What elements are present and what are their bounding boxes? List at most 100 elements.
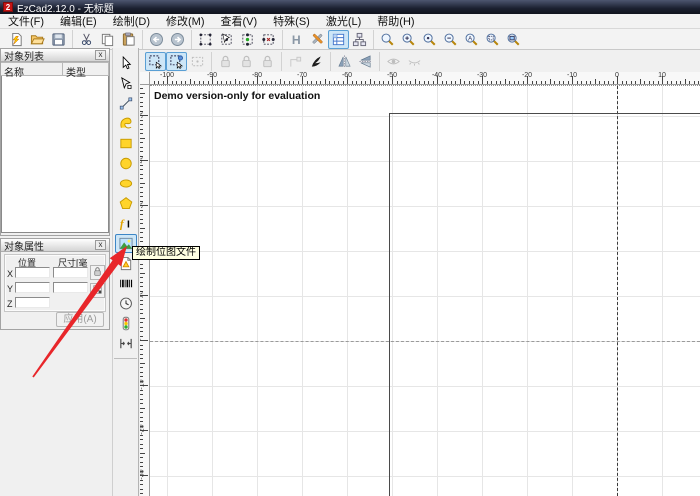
zoom-window-button[interactable]	[377, 30, 398, 49]
x-size-field[interactable]	[53, 267, 88, 278]
props-grid-button[interactable]	[90, 283, 105, 298]
menu-item-7[interactable]: 帮助(H)	[369, 14, 422, 28]
grid-line	[212, 86, 213, 496]
object-properties-panel-title: 对象属性 x	[1, 239, 109, 252]
select-tool-button[interactable]	[115, 54, 137, 73]
grid-line	[302, 86, 303, 496]
lock-y-button[interactable]	[236, 52, 257, 71]
polygon-tool-button[interactable]	[115, 194, 137, 213]
hatch-button[interactable]: H	[286, 30, 307, 49]
cursor-icon	[118, 56, 134, 71]
apply-button[interactable]: 应用(A)	[56, 312, 104, 327]
zoom-dot-icon	[422, 32, 437, 47]
drawing-canvas[interactable]: Demo version-only for evaluation	[150, 85, 700, 496]
line-icon	[118, 96, 134, 111]
zoom-in-button[interactable]	[398, 30, 419, 49]
menu-item-4[interactable]: 查看(V)	[213, 14, 266, 28]
object-list-panel-title: 对象列表 x	[1, 49, 109, 62]
timer-tool-button[interactable]	[115, 294, 137, 313]
lock-all-button[interactable]	[257, 52, 278, 71]
pick-object-add-button[interactable]	[166, 52, 187, 71]
object-list-body[interactable]	[1, 76, 109, 233]
open-file-button[interactable]	[27, 30, 48, 49]
node-edit-select-button[interactable]	[195, 30, 216, 49]
object-list-header: 名称 类型	[1, 62, 109, 76]
main-toolbar: HA	[0, 29, 700, 50]
grid-icon	[92, 282, 103, 300]
zoom-center-button[interactable]	[419, 30, 440, 49]
fill-tool-button[interactable]	[306, 52, 327, 71]
mirror-vertical-button[interactable]	[355, 52, 376, 71]
object-flow-button[interactable]	[349, 30, 370, 49]
svg-text:f: f	[119, 218, 124, 231]
paste-button[interactable]	[118, 30, 139, 49]
copy-button[interactable]	[97, 30, 118, 49]
node-edit-delete-button[interactable]	[258, 30, 279, 49]
undo-button[interactable]	[146, 30, 167, 49]
text-tool-button[interactable]: fI	[115, 214, 137, 233]
vertical-ruler: 50403020100-10-20-30	[140, 85, 150, 496]
node-edit-tool-button[interactable]	[115, 74, 137, 93]
zoom-out-button[interactable]	[440, 30, 461, 49]
menu-item-0[interactable]: 文件(F)	[0, 14, 52, 28]
zoom-page-button[interactable]	[503, 30, 524, 49]
z-position-field[interactable]	[15, 297, 50, 308]
object-properties-title-label: 对象属性	[4, 238, 44, 253]
lock-x-button[interactable]	[215, 52, 236, 71]
redo-icon	[170, 32, 185, 47]
zoom-all-button[interactable]: A	[461, 30, 482, 49]
cut-button[interactable]	[76, 30, 97, 49]
save-file-button[interactable]	[48, 30, 69, 49]
toolbar-group: H	[283, 30, 374, 49]
circle-tool-button[interactable]	[115, 154, 137, 173]
rectangle-tool-button[interactable]	[115, 134, 137, 153]
mark-parameters-button[interactable]	[307, 30, 328, 49]
preview-hide-button[interactable]	[404, 52, 425, 71]
put-to-origin-button[interactable]	[285, 52, 306, 71]
curve-tool-button[interactable]	[115, 114, 137, 133]
open-folder-icon	[30, 32, 45, 47]
object-list-close-button[interactable]: x	[95, 50, 106, 60]
menu-item-2[interactable]: 绘制(D)	[105, 14, 158, 28]
object-properties-close-button[interactable]: x	[95, 240, 106, 250]
y-size-field[interactable]	[53, 282, 88, 293]
props-lock-button[interactable]	[90, 265, 105, 280]
flowchart-icon	[352, 32, 367, 47]
zoom-in-icon	[401, 32, 416, 47]
input-output-tool-button[interactable]	[115, 334, 137, 353]
pick-object-button[interactable]	[145, 52, 166, 71]
mirror-horizontal-button[interactable]	[334, 52, 355, 71]
grid-line	[392, 86, 393, 496]
y-position-field[interactable]	[15, 282, 50, 293]
output-control-tool-button[interactable]	[115, 314, 137, 333]
menu-item-6[interactable]: 激光(L)	[318, 14, 369, 28]
new-file-button[interactable]	[6, 30, 27, 49]
hatch-icon: H	[289, 32, 304, 47]
marquee-plus-icon	[169, 54, 184, 69]
toolbar-group	[143, 30, 192, 49]
marquee-select-icon	[148, 54, 163, 69]
node-select-icon	[198, 32, 213, 47]
line-tool-button[interactable]	[115, 94, 137, 113]
grid-line	[527, 86, 528, 496]
node-edit-move-button[interactable]	[216, 30, 237, 49]
x-position-field[interactable]	[15, 267, 50, 278]
preview-show-button[interactable]	[383, 52, 404, 71]
zoom-selection-button[interactable]	[482, 30, 503, 49]
node-edit-add-button[interactable]	[237, 30, 258, 49]
pick-box-button[interactable]	[187, 52, 208, 71]
menu-item-1[interactable]: 编辑(E)	[52, 14, 105, 28]
table-icon	[331, 32, 346, 47]
menu-item-5[interactable]: 特殊(S)	[265, 14, 318, 28]
title-bar: 2 EzCad2.12.0 - 无标题	[0, 0, 700, 14]
column-type: 类型	[63, 62, 109, 76]
barcode-tool-button[interactable]	[115, 274, 137, 293]
ruler-corner	[140, 72, 150, 85]
rectangle-icon	[118, 136, 134, 151]
parameter-table-button[interactable]	[328, 30, 349, 49]
toolbar-group	[331, 52, 380, 71]
ellipse-tool-button[interactable]	[115, 174, 137, 193]
tools-icon	[310, 32, 325, 47]
menu-item-3[interactable]: 修改(M)	[158, 14, 213, 28]
redo-button[interactable]	[167, 30, 188, 49]
